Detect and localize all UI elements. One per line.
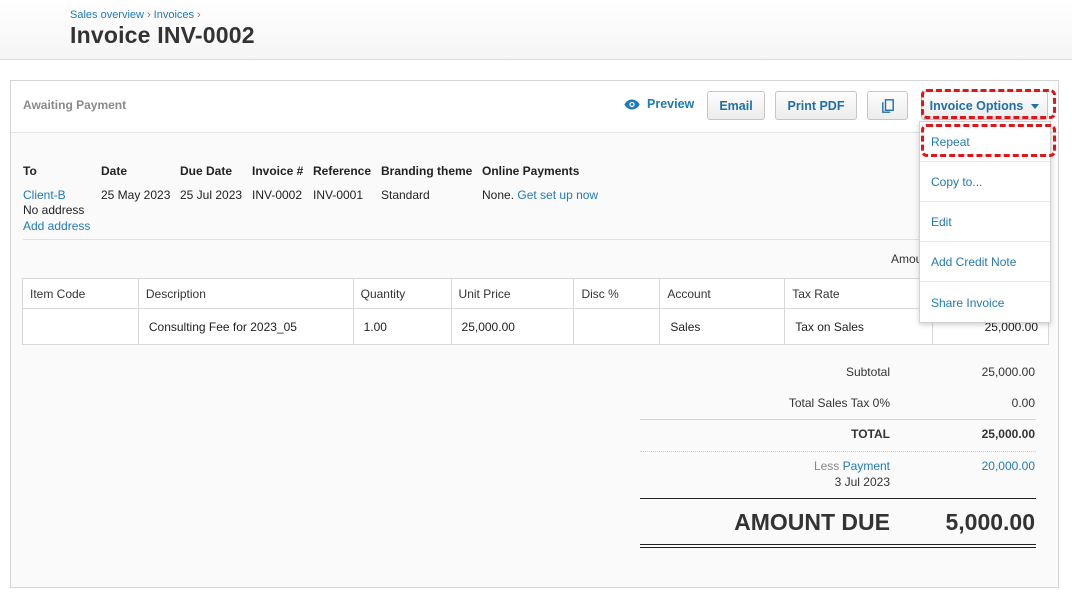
invoice-number-label: Invoice # (252, 164, 304, 178)
divider (640, 451, 1036, 452)
email-button[interactable]: Email (707, 91, 765, 120)
item-code-cell[interactable] (22, 308, 139, 345)
status-label: Awaiting Payment (23, 98, 127, 112)
setup-link[interactable]: Get set up now (517, 188, 598, 202)
preview-label: Preview (647, 97, 695, 111)
reference-label: Reference (313, 164, 372, 178)
breadcrumb-invoices[interactable]: Invoices (154, 9, 194, 21)
print-pdf-button[interactable]: Print PDF (775, 91, 857, 120)
less-label: Less (813, 459, 840, 473)
invoice-panel: Awaiting Payment Preview Email Print PDF… (10, 80, 1059, 588)
online-payments-text: None. (482, 188, 515, 202)
menu-item-edit[interactable]: Edit (920, 202, 1050, 242)
amounts-are-label: Amou (891, 252, 923, 266)
copy-icon (881, 98, 894, 113)
breadcrumb-sales-overview[interactable]: Sales overview (70, 9, 144, 21)
breadcrumb-separator: › (197, 9, 201, 21)
page-title: Invoice INV-0002 (70, 22, 255, 48)
subtotal-label: Subtotal (845, 365, 890, 379)
column-header: Unit Price (450, 278, 575, 309)
invoice-toolbar: Awaiting Payment Preview Email Print PDF… (11, 81, 1058, 133)
highlight-invoice-options (921, 89, 1056, 119)
tax-rate-cell[interactable]: Tax on Sales (784, 308, 934, 345)
client-link[interactable]: Client-B (23, 188, 66, 202)
menu-item-share-invoice[interactable]: Share Invoice (920, 283, 1050, 323)
breadcrumb: Sales overview › Invoices › (70, 9, 204, 21)
quantity-cell[interactable]: 1.00 (352, 308, 452, 345)
total-label: TOTAL (851, 427, 890, 441)
column-header: Quantity (352, 278, 452, 309)
divider (23, 239, 1049, 240)
less-payment-label: Less Payment (640, 459, 890, 473)
description-cell[interactable]: Consulting Fee for 2023_05 (137, 308, 354, 345)
preview-button[interactable]: Preview (624, 97, 694, 111)
copy-button[interactable] (867, 91, 908, 120)
payment-link[interactable]: Payment (843, 459, 890, 473)
online-payments-value: None. Get set up now (482, 188, 598, 202)
page-header: Sales overview › Invoices › Invoice INV-000… (0, 0, 1072, 60)
eye-icon (624, 99, 640, 109)
account-cell[interactable]: Sales (659, 308, 786, 345)
discount-cell[interactable] (573, 308, 661, 345)
table-row[interactable]: Consulting Fee for 2023_05 1.00 25,000.0… (22, 308, 1049, 345)
menu-item-copy-to[interactable]: Copy to... (920, 162, 1050, 202)
branding-theme-label: Branding theme (381, 164, 473, 178)
payment-value[interactable]: 20,000.00 (885, 459, 1035, 473)
sales-tax-label: Total Sales Tax 0% (788, 396, 890, 410)
divider (640, 547, 1036, 548)
date-label: Date (101, 164, 128, 178)
breadcrumb-separator: › (146, 9, 151, 21)
column-header: Description (137, 278, 354, 309)
line-items-table: Item Code Description Quantity Unit Pric… (22, 278, 1049, 345)
unit-price-cell[interactable]: 25,000.00 (450, 308, 575, 345)
divider (640, 419, 1036, 420)
divider (640, 498, 1036, 499)
column-header: Tax Rate (784, 278, 934, 309)
column-header: Disc % (573, 278, 661, 309)
online-payments-label: Online Payments (482, 164, 580, 178)
subtotal-value: 25,000.00 (981, 365, 1035, 379)
reference-value: INV-0001 (313, 188, 364, 202)
payment-date: 3 Jul 2023 (834, 475, 890, 489)
total-value: 25,000.00 (981, 427, 1035, 441)
branding-theme-value: Standard (381, 188, 430, 202)
to-label: To (23, 164, 37, 178)
sales-tax-value: 0.00 (1011, 396, 1035, 410)
date-value: 25 May 2023 (101, 188, 171, 202)
column-header: Account (659, 278, 786, 309)
invoice-number-value: INV-0002 (252, 188, 303, 202)
client-address: No address (23, 203, 85, 217)
highlight-repeat (921, 124, 1056, 157)
menu-item-add-credit-note[interactable]: Add Credit Note (920, 242, 1050, 282)
add-address-link[interactable]: Add address (23, 219, 90, 233)
due-date-value: 25 Jul 2023 (180, 188, 243, 202)
table-header-row: Item Code Description Quantity Unit Pric… (22, 278, 1049, 309)
divider (640, 544, 1036, 545)
amount-due-label: AMOUNT DUE (734, 509, 890, 535)
due-date-label: Due Date (180, 164, 233, 178)
column-header: Item Code (22, 278, 139, 309)
amount-due-value: 5,000.00 (945, 509, 1035, 535)
